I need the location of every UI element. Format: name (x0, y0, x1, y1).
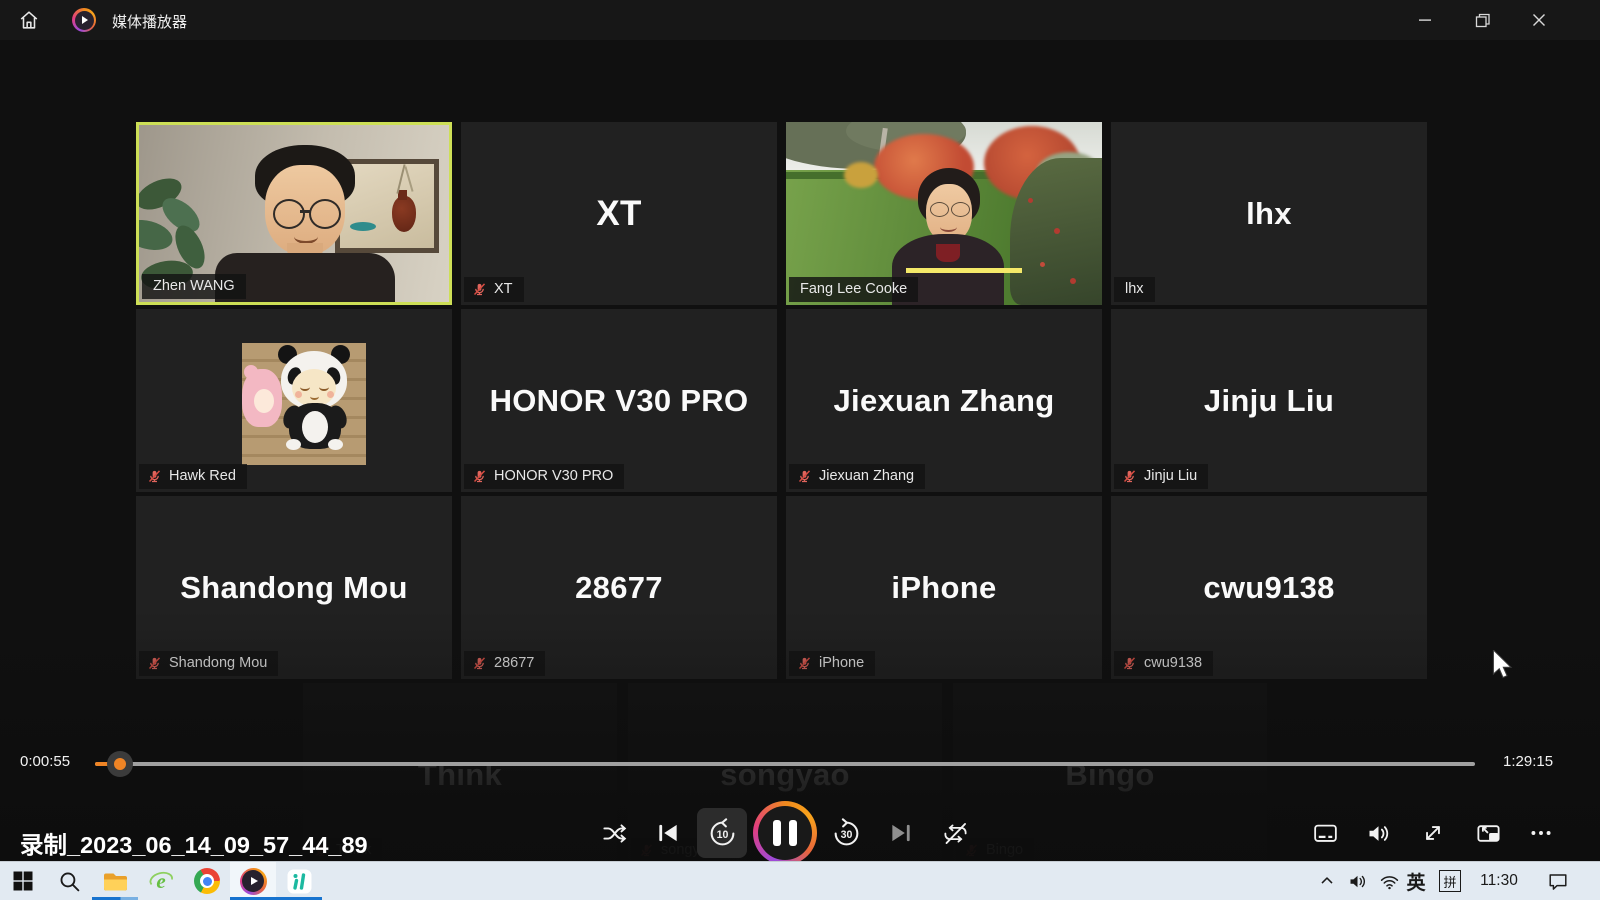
muted-mic-icon (472, 469, 487, 484)
clock[interactable]: 11:30 (1470, 862, 1528, 900)
restore-button[interactable] (1459, 4, 1505, 36)
participant-name-label: XT (494, 281, 513, 297)
participant-name-label: lhx (1125, 281, 1144, 297)
muted-mic-icon (1122, 469, 1137, 484)
taskbar: e 英 拼 11:30 (0, 861, 1600, 900)
skip-forward-30-button[interactable]: 30 (828, 815, 864, 851)
participant-tile-zhen-wang: Zhen WANG (136, 122, 452, 305)
video-surface[interactable]: Zhen WANG XT XT (0, 40, 1600, 861)
participant-name-label: HONOR V30 PRO (494, 468, 613, 484)
notification-center-button[interactable] (1540, 862, 1576, 900)
seek-thumb[interactable] (107, 751, 133, 777)
participant-display-name: lhx (1111, 122, 1427, 305)
close-button[interactable] (1516, 4, 1562, 36)
window-title: 媒体播放器 (112, 11, 187, 32)
media-player-logo (240, 868, 267, 895)
file-explorer-button[interactable] (92, 862, 138, 900)
media-player-logo (72, 8, 96, 32)
svg-text:10: 10 (716, 829, 728, 841)
screen: 媒体播放器 (0, 0, 1600, 900)
media-player-taskbar-button[interactable] (230, 862, 276, 900)
participant-name-label: Zhen WANG (153, 278, 235, 294)
participant-tile-lhx: lhx lhx (1111, 122, 1427, 305)
mini-player-button[interactable] (1470, 815, 1506, 851)
browser-e-button[interactable]: e (138, 862, 184, 900)
participant-tile-honor: HONOR V30 PRO HONOR V30 PRO (461, 309, 777, 492)
skip-back-10-button[interactable]: 10 (704, 815, 740, 851)
next-track-button[interactable] (883, 815, 919, 851)
chrome-icon (194, 868, 220, 894)
participant-name-label: Jiexuan Zhang (819, 468, 914, 484)
avatar-image (242, 343, 366, 465)
muted-mic-icon (472, 282, 487, 297)
fullscreen-button[interactable] (1415, 815, 1451, 851)
tray-volume-button[interactable] (1342, 862, 1372, 900)
pause-button[interactable] (753, 801, 817, 865)
participant-tile-hawk-red: Hawk Red (136, 309, 452, 492)
muted-mic-icon (147, 469, 162, 484)
participant-name-label: Jinju Liu (1144, 468, 1197, 484)
home-icon[interactable] (18, 9, 40, 36)
pause-icon (773, 820, 781, 846)
media-title: 录制_2023_06_14_09_57_44_89 (20, 826, 368, 860)
participant-name-label: Hawk Red (169, 468, 236, 484)
captions-button[interactable] (1307, 815, 1343, 851)
seek-bar[interactable] (95, 762, 1475, 766)
shuffle-button[interactable] (596, 815, 632, 851)
wifi-button[interactable] (1374, 862, 1404, 900)
repeat-off-button[interactable] (937, 815, 973, 851)
titlebar: 媒体播放器 (0, 0, 1600, 40)
meeting-app-button[interactable] (276, 862, 322, 900)
participant-name-label: Fang Lee Cooke (800, 281, 907, 297)
total-duration: 1:29:15 (1503, 753, 1553, 770)
tray-chevron-button[interactable] (1312, 862, 1342, 900)
elapsed-time: 0:00:55 (20, 753, 70, 770)
volume-button[interactable] (1360, 815, 1396, 851)
start-button[interactable] (0, 862, 46, 900)
chrome-button[interactable] (184, 862, 230, 900)
ime-mode-button[interactable]: 拼 (1437, 862, 1463, 900)
svg-text:30: 30 (840, 829, 852, 841)
ime-language-button[interactable]: 英 (1402, 862, 1430, 900)
participant-tile-fang-lee-cooke: Fang Lee Cooke (786, 122, 1102, 305)
search-button[interactable] (46, 862, 92, 900)
previous-track-button[interactable] (650, 815, 686, 851)
more-options-button[interactable] (1523, 815, 1559, 851)
panda-plush (242, 343, 366, 465)
muted-mic-icon (797, 469, 812, 484)
minimize-button[interactable] (1402, 4, 1448, 36)
participant-tile-jiexuan: Jiexuan Zhang Jiexuan Zhang (786, 309, 1102, 492)
participant-tile-jinju: Jinju Liu Jinju Liu (1111, 309, 1427, 492)
gallery-page-indicator (906, 268, 1022, 273)
participant-tile-xt: XT XT (461, 122, 777, 305)
